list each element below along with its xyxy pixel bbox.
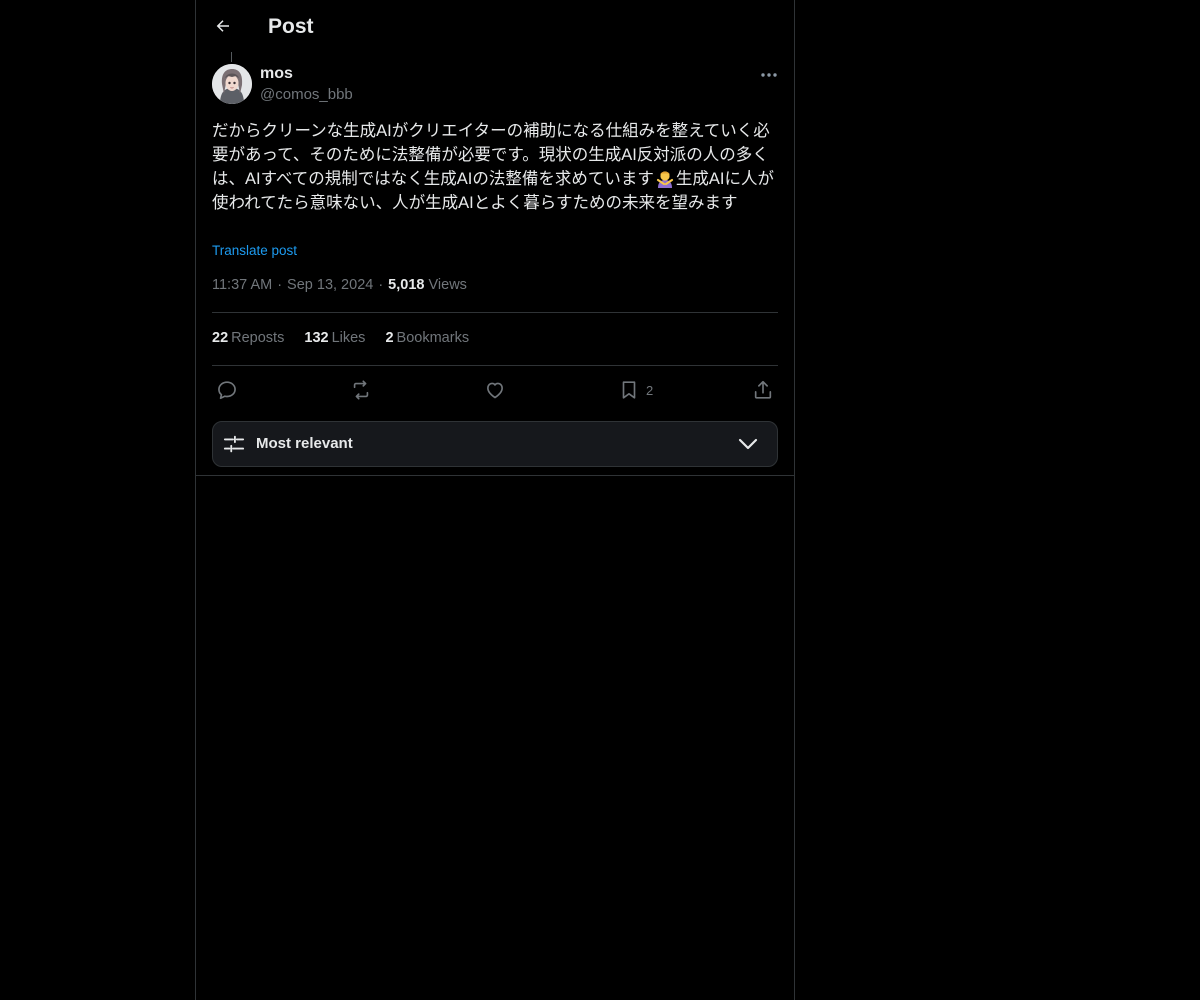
likes-label: Likes	[331, 330, 366, 346]
bookmark-icon	[622, 381, 636, 399]
more-horizontal-icon	[761, 73, 777, 77]
views-label: Views	[428, 277, 467, 293]
chevron-down-icon	[738, 438, 758, 450]
bookmark-action-count: 2	[646, 382, 654, 398]
views-count: 5,018	[388, 277, 425, 293]
likes-count: 132	[304, 330, 329, 346]
bookmarks-label: Bookmarks	[396, 330, 470, 346]
bookmarks-stat[interactable]: 2 Bookmarks	[385, 330, 469, 346]
repost-icon	[353, 380, 369, 400]
separator-dot: ·	[277, 277, 283, 293]
translate-post-link[interactable]: Translate post	[212, 243, 297, 258]
reply-icon	[218, 381, 236, 400]
reposts-stat[interactable]: 22 Reposts	[212, 330, 284, 346]
page-title: Post	[268, 15, 314, 38]
sort-label: Most relevant	[256, 435, 353, 452]
back-button[interactable]	[210, 13, 236, 39]
post-stats: 22 Reposts 132 Likes 2 Bookmarks	[212, 330, 485, 346]
author-name[interactable]: mos	[260, 65, 293, 83]
avatar-illustration	[212, 64, 252, 104]
likes-stat[interactable]: 132 Likes	[304, 330, 365, 346]
post-column: Post mos @comos_bbb だからクリーンな生成AIがクリエイターの…	[195, 0, 795, 1000]
section-divider	[196, 475, 794, 476]
post-text: だからクリーンな生成AIがクリエイターの補助になる仕組みを整えていく必要があって…	[212, 119, 778, 215]
avatar[interactable]	[212, 64, 252, 104]
reposts-label: Reposts	[231, 330, 285, 346]
page-header: Post	[196, 0, 794, 54]
like-button[interactable]	[484, 378, 506, 402]
heart-icon	[487, 382, 503, 399]
reposts-count: 22	[212, 330, 229, 346]
bookmarks-count: 2	[385, 330, 394, 346]
post-date[interactable]: Sep 13, 2024	[287, 277, 373, 293]
post-meta: 11:37 AM · Sep 13, 2024 · 5,018 Views	[212, 277, 467, 293]
arrow-left-icon	[216, 20, 229, 32]
bookmark-button[interactable]: 2	[618, 378, 653, 402]
sort-replies-dropdown[interactable]: Most relevant	[212, 421, 778, 467]
reply-button[interactable]	[216, 378, 238, 402]
share-icon	[754, 380, 772, 399]
share-button[interactable]	[752, 378, 774, 402]
author-handle[interactable]: @comos_bbb	[260, 86, 353, 103]
more-options-button[interactable]	[758, 66, 780, 84]
thread-connector-line	[231, 52, 232, 62]
sliders-icon	[223, 435, 245, 453]
post-time[interactable]: 11:37 AM	[212, 277, 272, 293]
repost-button[interactable]	[350, 378, 372, 402]
separator-dot: ·	[378, 277, 384, 293]
divider	[212, 312, 778, 313]
divider	[212, 365, 778, 366]
woman-gesturing-no-emoji	[655, 168, 675, 188]
